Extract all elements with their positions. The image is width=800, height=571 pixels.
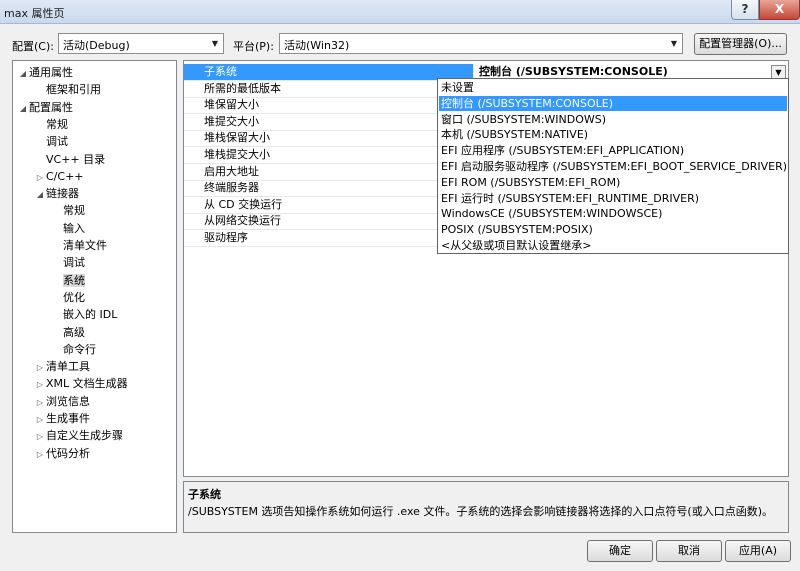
tree-item[interactable]: 框架和引用: [34, 81, 101, 98]
tree-item[interactable]: ◢ 链接器: [34, 185, 79, 202]
collapsed-triangle-icon[interactable]: ▷: [34, 394, 46, 411]
tree-item-label: 调试: [46, 135, 68, 149]
config-manager-button[interactable]: 配置管理器(O)...: [694, 33, 787, 55]
tree-item[interactable]: ◢ 通用属性: [17, 64, 73, 81]
property-name: 所需的最低版本: [184, 80, 474, 97]
chevron-down-icon: ▼: [211, 39, 219, 48]
help-button[interactable]: ?: [731, 0, 759, 20]
tree-item[interactable]: ◢ 配置属性: [17, 99, 73, 116]
tree-item-label: 清单文件: [63, 239, 107, 252]
title-bar: max 属性页 ? X: [0, 0, 800, 24]
tree-item-label: 框架和引用: [46, 83, 101, 97]
collapsed-triangle-icon[interactable]: ▷: [34, 428, 46, 445]
collapsed-triangle-icon[interactable]: ▷: [34, 411, 46, 428]
tree-item[interactable]: ▷ C/C++: [34, 168, 84, 185]
tree-item[interactable]: ▷ 浏览信息: [34, 393, 90, 410]
description-panel: 子系统 /SUBSYSTEM 选项告知操作系统如何运行 .exe 文件。子系统的…: [183, 481, 789, 533]
dropdown-option[interactable]: EFI 运行时 (/SUBSYSTEM:EFI_RUNTIME_DRIVER): [439, 191, 787, 206]
tree-item-label: VC++ 目录: [46, 152, 106, 166]
tree-item[interactable]: 高级: [51, 324, 85, 341]
tree-item-label: 嵌入的 IDL: [63, 308, 118, 322]
platform-label: 平台(P):: [233, 40, 274, 53]
tree-item[interactable]: 清单文件: [51, 237, 107, 254]
tree-item-label: 系统: [63, 273, 85, 287]
tree-item[interactable]: ▷ XML 文档生成器: [34, 375, 128, 392]
tree-item-label: 高级: [63, 325, 85, 339]
tree-item[interactable]: ▷ 生成事件: [34, 410, 90, 427]
collapsed-triangle-icon[interactable]: ▷: [34, 359, 46, 376]
expanded-triangle-icon[interactable]: ◢: [17, 100, 29, 117]
tree-item[interactable]: ▷ 代码分析: [34, 445, 90, 462]
tree-item-label: 生成事件: [46, 412, 90, 425]
config-select[interactable]: 活动(Debug) ▼: [58, 33, 224, 54]
tree-item-label: 命令行: [63, 342, 96, 356]
tree-item[interactable]: ▷ 自定义生成步骤: [34, 427, 123, 444]
platform-select[interactable]: 活动(Win32) ▼: [279, 33, 683, 54]
chevron-down-icon: ▼: [670, 39, 678, 48]
collapsed-triangle-icon[interactable]: ▷: [34, 169, 46, 186]
tree-item[interactable]: ▷ 清单工具: [34, 358, 90, 375]
tree-item-label: 链接器: [46, 187, 79, 201]
dropdown-option[interactable]: 控制台 (/SUBSYSTEM:CONSOLE): [439, 95, 787, 111]
description-text: /SUBSYSTEM 选项告知操作系统如何运行 .exe 文件。子系统的选择会影…: [188, 505, 774, 518]
config-select-value: 活动(Debug): [63, 39, 130, 52]
dropdown-option[interactable]: WindowsCE (/SUBSYSTEM:WINDOWSCE): [439, 206, 787, 221]
tree-item-label: 常规: [46, 117, 68, 131]
tree-item-label: 常规: [63, 204, 85, 218]
tree-item-label: 配置属性: [29, 100, 73, 114]
tree-item[interactable]: 调试: [34, 133, 68, 150]
expanded-triangle-icon[interactable]: ◢: [17, 65, 29, 82]
property-name: 堆栈保留大小: [184, 130, 474, 147]
property-name: 堆保留大小: [184, 97, 474, 114]
property-tree[interactable]: ◢ 通用属性 框架和引用 ◢ 配置属性 常规 调试 VC++ 目录 ▷ C/C++ ◢ 链接器 常规 输入…: [12, 60, 177, 533]
tree-item[interactable]: 调试: [51, 254, 85, 271]
description-title: 子系统: [188, 488, 221, 501]
tree-item-label: XML 文档生成器: [46, 377, 128, 391]
dropdown-option[interactable]: 未设置: [439, 80, 787, 95]
property-name: 启用大地址: [184, 163, 474, 180]
dropdown-option[interactable]: <从父级或项目默认设置继承>: [439, 238, 787, 253]
window-title: max 属性页: [4, 7, 65, 20]
dropdown-option[interactable]: EFI 启动服务驱动程序 (/SUBSYSTEM:EFI_BOOT_SERVIC…: [439, 159, 787, 174]
tree-item-label: 清单工具: [46, 360, 90, 374]
tree-item-label: 优化: [63, 290, 85, 304]
apply-button[interactable]: 应用(A): [725, 540, 791, 562]
platform-select-value: 活动(Win32): [284, 39, 350, 52]
tree-item-label: 代码分析: [46, 446, 90, 460]
property-name: 子系统: [184, 64, 474, 80]
dropdown-option[interactable]: 窗口 (/SUBSYSTEM:WINDOWS): [439, 112, 787, 127]
collapsed-triangle-icon[interactable]: ▷: [34, 446, 46, 463]
tree-item-label: 浏览信息: [46, 394, 90, 408]
dropdown-option[interactable]: 本机 (/SUBSYSTEM:NATIVE): [439, 127, 787, 142]
tree-item-label: 输入: [63, 221, 85, 235]
tree-item[interactable]: 输入: [51, 220, 85, 237]
tree-item[interactable]: 常规: [51, 202, 85, 219]
dropdown-option[interactable]: EFI 应用程序 (/SUBSYSTEM:EFI_APPLICATION): [439, 143, 787, 158]
property-name: 从网络交换运行: [184, 213, 474, 230]
tree-item-label: 调试: [63, 256, 85, 270]
subsystem-dropdown-list[interactable]: 未设置 控制台 (/SUBSYSTEM:CONSOLE) 窗口 (/SUBSYSTE…: [437, 78, 789, 254]
property-name: 驱动程序: [184, 230, 474, 246]
tree-item-label: C/C++: [46, 169, 84, 183]
tree-item[interactable]: 嵌入的 IDL: [51, 306, 117, 323]
property-name: 从 CD 交换运行: [184, 196, 474, 213]
tree-item[interactable]: 系统: [51, 272, 85, 289]
tree-item[interactable]: 优化: [51, 289, 85, 306]
tree-item[interactable]: 命令行: [51, 341, 96, 358]
dropdown-option[interactable]: POSIX (/SUBSYSTEM:POSIX): [439, 222, 787, 237]
property-name: 堆提交大小: [184, 113, 474, 130]
tree-item[interactable]: VC++ 目录: [34, 151, 105, 168]
config-label: 配置(C):: [12, 40, 54, 53]
close-button[interactable]: X: [759, 0, 800, 20]
tree-item-label: 通用属性: [29, 66, 73, 79]
property-name: 堆栈提交大小: [184, 147, 474, 163]
expanded-triangle-icon[interactable]: ◢: [34, 186, 46, 203]
cancel-button[interactable]: 取消: [656, 540, 722, 562]
tree-item[interactable]: 常规: [34, 116, 68, 133]
collapsed-triangle-icon[interactable]: ▷: [34, 376, 46, 393]
ok-button[interactable]: 确定: [587, 540, 653, 562]
property-name: 终端服务器: [184, 180, 474, 197]
tree-item-label: 自定义生成步骤: [46, 429, 123, 443]
dropdown-option[interactable]: EFI ROM (/SUBSYSTEM:EFI_ROM): [439, 175, 787, 190]
